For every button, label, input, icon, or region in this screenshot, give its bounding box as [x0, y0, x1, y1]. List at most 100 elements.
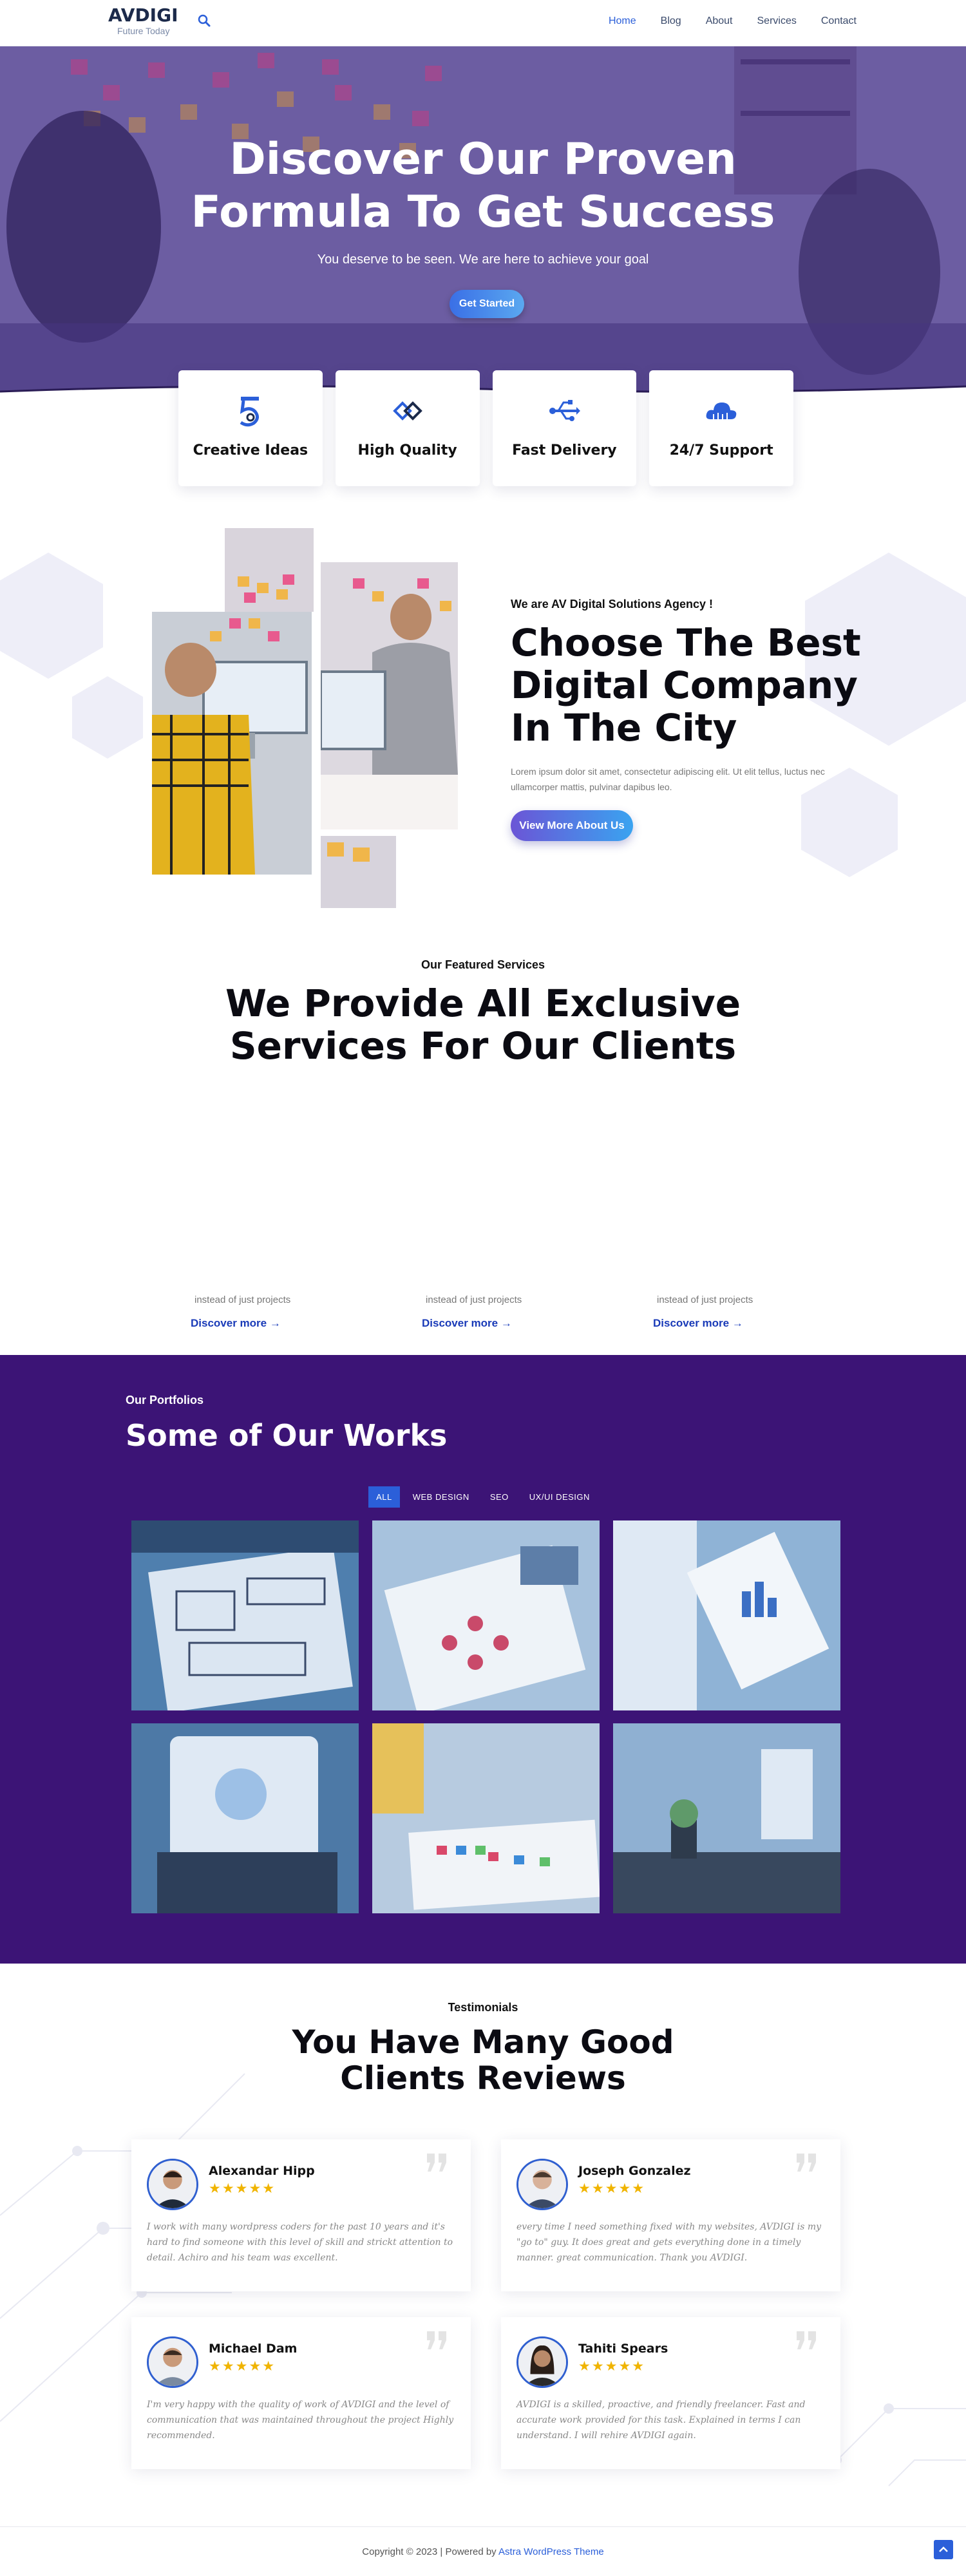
filter-web-design[interactable]: WEB DESIGN — [405, 1486, 477, 1508]
theme-link[interactable]: Astra WordPress Theme — [498, 2546, 604, 2557]
review-text: every time I need something fixed with m… — [516, 2222, 822, 2263]
avatar — [147, 2159, 198, 2210]
hero-subtitle: You deserve to be seen. We are here to a… — [317, 252, 649, 267]
site-footer: Copyright © 2023 | Powered by Astra Word… — [0, 2526, 966, 2576]
nav-blog[interactable]: Blog — [661, 15, 681, 27]
testimonial-card: Tahiti Spears ★★★★★ AVDIGI is a skilled,… — [501, 2317, 840, 2469]
portfolio-section: Our Portfolios Some of Our Works ALL WEB… — [0, 1355, 966, 1964]
about-photo-notes — [321, 836, 396, 908]
portfolio-tile-office-desk[interactable] — [613, 1723, 840, 1913]
discover-more-link[interactable]: Discover more → — [422, 1317, 589, 1330]
quote-icon — [427, 2331, 446, 2349]
service-item: instead of just projects Discover more → — [422, 1294, 589, 1330]
feature-label: Creative Ideas — [193, 442, 308, 459]
portfolio-title: Some of Our Works — [126, 1418, 448, 1453]
hero-section: Discover Our Proven Formula To Get Succe… — [0, 46, 966, 399]
about-eyebrow: We are AV Digital Solutions Agency ! — [511, 598, 714, 611]
reviewer-name: Tahiti Spears — [578, 2342, 668, 2356]
copyright-line: Copyright © 2023 | Powered by Astra Word… — [0, 2546, 966, 2557]
hero-title-line1: Discover Our Proven — [229, 134, 737, 185]
nav-about[interactable]: About — [706, 15, 733, 27]
nav-contact[interactable]: Contact — [821, 15, 857, 27]
avatar — [516, 2159, 568, 2210]
get-started-button[interactable]: Get Started — [450, 290, 524, 318]
nav-home[interactable]: Home — [609, 15, 636, 27]
discover-more-link[interactable]: Discover more → — [191, 1317, 358, 1330]
usb-icon — [549, 400, 581, 421]
filter-ux-ui-design[interactable]: UX/UI DESIGN — [522, 1486, 598, 1508]
testimonials-eyebrow: Testimonials — [448, 2001, 518, 2014]
number-five-icon — [240, 397, 259, 427]
testimonial-card: Alexandar Hipp ★★★★★ I work with many wo… — [131, 2139, 471, 2291]
about-photo-sticky-notes — [225, 528, 314, 612]
filter-seo[interactable]: SEO — [482, 1486, 516, 1508]
services-title: We Provide All Exclusive Services For Ou… — [0, 982, 966, 1067]
hero-title: Discover Our Proven Formula To Get Succe… — [0, 133, 966, 239]
decor-hexagon — [72, 676, 143, 759]
reviewer-name: Michael Dam — [209, 2342, 298, 2356]
quote-icon — [797, 2331, 816, 2349]
testimonials-title-line2: Clients Reviews — [340, 2060, 626, 2097]
star-rating: ★★★★★ — [209, 2181, 276, 2196]
main-nav: Home Blog About Services Contact — [584, 15, 857, 27]
testimonials-title-line1: You Have Many Good — [292, 2023, 674, 2061]
copyright-text: Copyright © 2023 | Powered by — [362, 2546, 499, 2557]
portfolio-eyebrow: Our Portfolios — [126, 1394, 204, 1406]
diamond-link-icon — [392, 401, 422, 421]
hero-title-line2: Formula To Get Success — [191, 187, 775, 238]
portfolio-tile-tablet-hand[interactable] — [131, 1723, 359, 1913]
discover-more-link[interactable]: Discover more → — [653, 1317, 820, 1330]
service-note: instead of just projects — [194, 1294, 291, 1305]
site-header: AVDIGI Future Today Home Blog About Serv… — [0, 0, 966, 46]
reviewer-name: Joseph Gonzalez — [578, 2164, 691, 2178]
portfolio-tile-color-palette[interactable] — [372, 1723, 600, 1913]
portfolio-filters: ALL WEB DESIGN SEO UX/UI DESIGN — [0, 1486, 966, 1508]
feature-card: 24/7 Support — [649, 370, 793, 486]
testimonial-card: Joseph Gonzalez ★★★★★ every time I need … — [501, 2139, 840, 2291]
feature-label: 24/7 Support — [669, 442, 773, 459]
avatar — [516, 2336, 568, 2388]
review-text: I'm very happy with the quality of work … — [147, 2400, 454, 2441]
filter-all[interactable]: ALL — [368, 1486, 400, 1508]
nav-services[interactable]: Services — [757, 15, 797, 27]
testimonials-title: You Have Many Good Clients Reviews — [0, 2024, 966, 2096]
about-photo-presenter — [321, 562, 458, 829]
portfolio-tile-tablet-chart[interactable] — [613, 1520, 840, 1710]
about-photo-team-at-screen — [152, 612, 312, 875]
brand-name: AVDIGI — [108, 5, 178, 26]
service-note: instead of just projects — [426, 1294, 522, 1305]
search-icon[interactable] — [196, 13, 212, 28]
feature-label: High Quality — [357, 442, 457, 459]
cloud-icon — [706, 402, 737, 419]
services-title-line2: Services For Our Clients — [229, 1024, 737, 1068]
feature-card: Creative Ideas — [178, 370, 323, 486]
avatar — [147, 2336, 198, 2388]
star-rating: ★★★★★ — [578, 2181, 646, 2196]
scroll-to-top-icon[interactable] — [934, 2540, 953, 2559]
service-item: instead of just projects Discover more → — [191, 1294, 358, 1330]
feature-label: Fast Delivery — [512, 442, 617, 459]
quote-icon — [797, 2154, 816, 2172]
feature-cards: Creative Ideas High Quality Fast Deliver… — [178, 370, 793, 486]
portfolio-tile-layout-sketch[interactable] — [131, 1520, 359, 1710]
about-body: Lorem ipsum dolor sit amet, consectetur … — [511, 766, 825, 792]
brand-tagline: Future Today — [117, 26, 170, 36]
review-text: AVDIGI is a skilled, proactive, and frie… — [516, 2400, 806, 2441]
review-text: I work with many wordpress coders for th… — [147, 2222, 453, 2263]
portfolio-tile-diagram-paper[interactable] — [372, 1520, 600, 1710]
services-eyebrow: Our Featured Services — [421, 958, 545, 971]
about-title: Choose The Best Digital Company In The C… — [511, 621, 861, 750]
feature-card: Fast Delivery — [492, 370, 637, 486]
view-more-about-button[interactable]: View More About Us — [511, 810, 633, 841]
star-rating: ★★★★★ — [578, 2359, 646, 2374]
star-rating: ★★★★★ — [209, 2359, 276, 2374]
service-item: instead of just projects Discover more → — [653, 1294, 820, 1330]
quote-icon — [427, 2154, 446, 2172]
testimonial-card: Michael Dam ★★★★★ I'm very happy with th… — [131, 2317, 471, 2469]
feature-card: High Quality — [335, 370, 480, 486]
reviewer-name: Alexandar Hipp — [209, 2164, 315, 2178]
service-note: instead of just projects — [657, 1294, 753, 1305]
decor-hexagon — [0, 553, 103, 679]
services-title-line1: We Provide All Exclusive — [225, 981, 741, 1025]
site-logo[interactable]: AVDIGI Future Today — [108, 5, 178, 37]
